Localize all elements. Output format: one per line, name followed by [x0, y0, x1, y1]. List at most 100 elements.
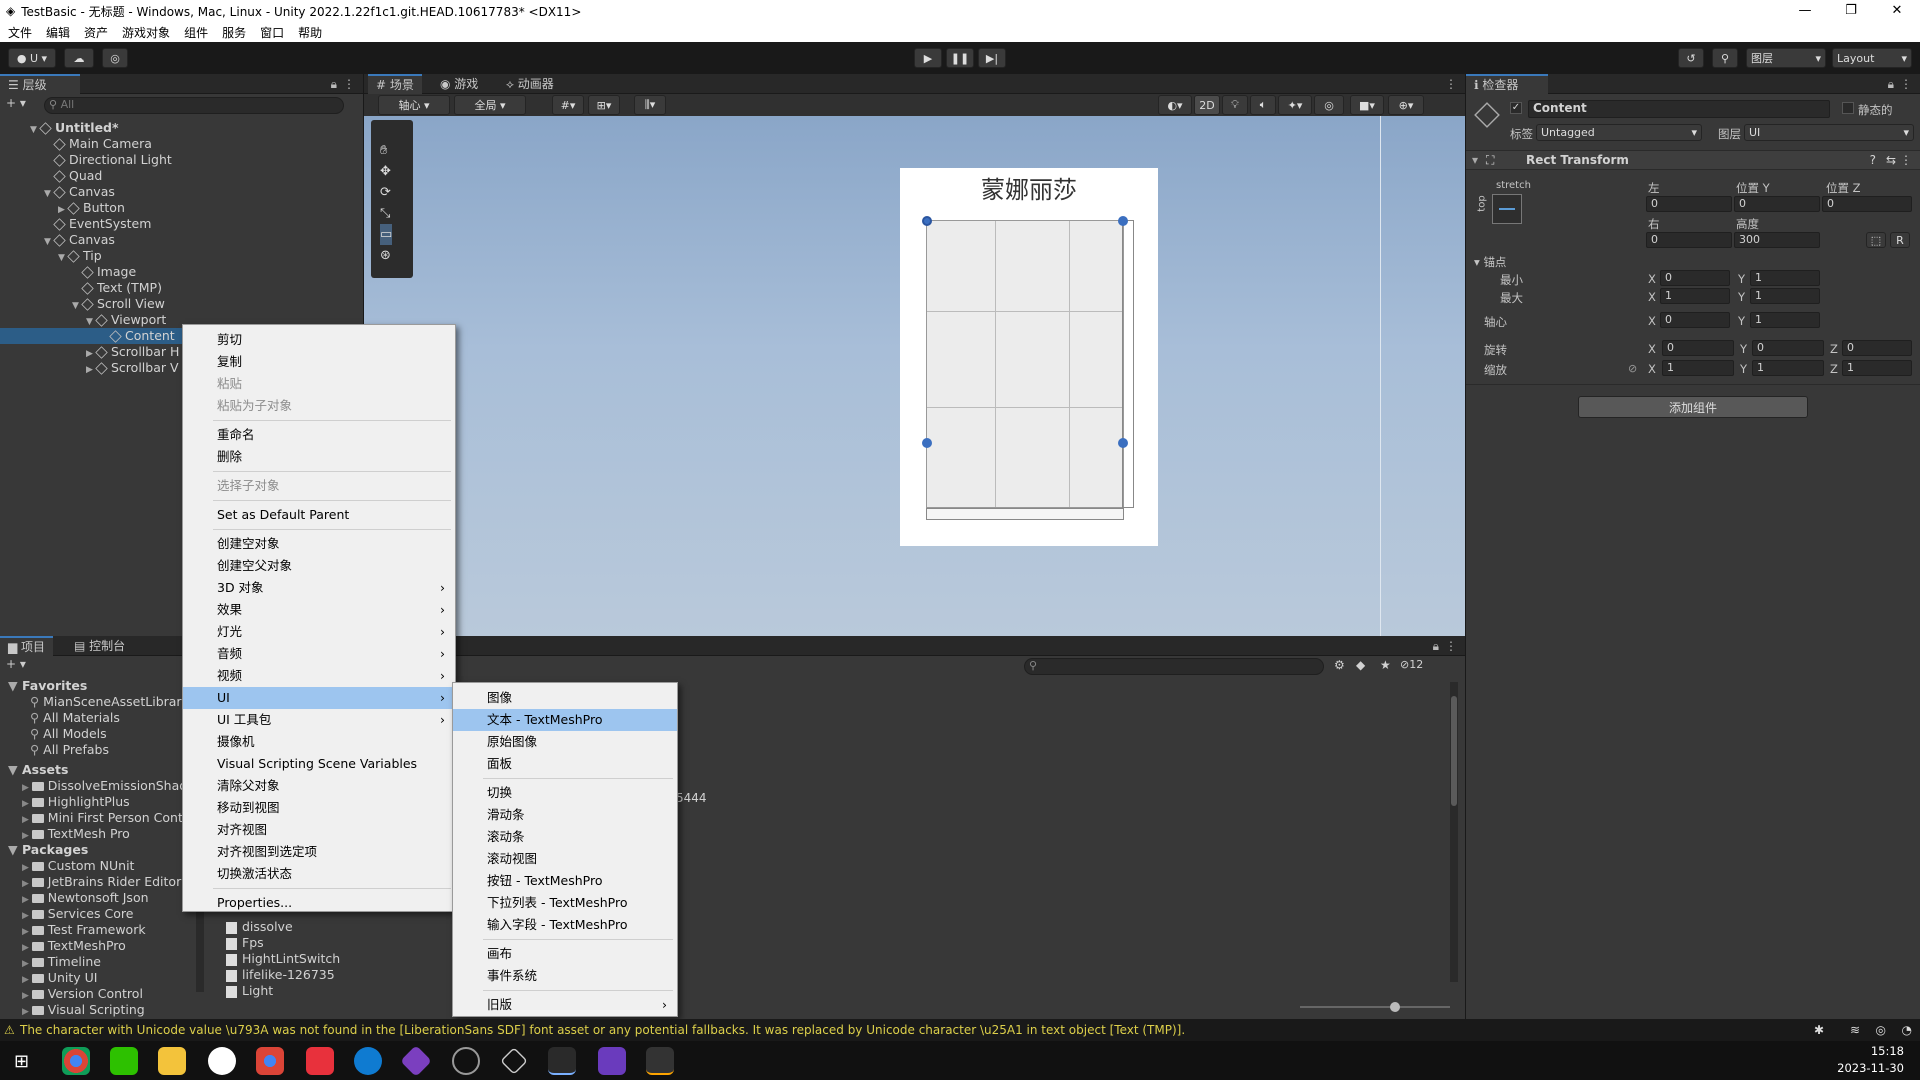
tab-project[interactable]: ▆ 项目: [0, 636, 54, 656]
context-menu-item[interactable]: 视频 ›: [183, 665, 455, 687]
context-menu-item[interactable]: 清除父对象: [183, 775, 455, 797]
layers-dropdown[interactable]: 图层 ▾: [1746, 48, 1826, 68]
package-folder[interactable]: ▶ Timeline: [22, 954, 182, 970]
raw-edit-button[interactable]: R: [1890, 232, 1910, 248]
rect-transform-header[interactable]: ▾ ⛶ Rect Transform ? ⇆ ⋮: [1466, 150, 1920, 170]
chrome-icon[interactable]: [256, 1047, 284, 1075]
anchor-min-y-field[interactable]: 1: [1750, 270, 1820, 286]
more-options-icon[interactable]: ⋮: [1900, 153, 1912, 167]
ui-submenu-item[interactable]: 滚动条: [453, 826, 677, 848]
sourcetree-icon[interactable]: [400, 1045, 432, 1077]
rect-handle[interactable]: [922, 438, 932, 448]
add-component-button[interactable]: 添加组件: [1578, 396, 1808, 418]
context-menu-item[interactable]: 切换激活状态: [183, 863, 455, 885]
layer-dropdown[interactable]: UI ▾: [1744, 124, 1914, 141]
more-options-icon[interactable]: ⋮: [1445, 77, 1457, 91]
package-folder[interactable]: ▶ JetBrains Rider Editor: [22, 874, 182, 890]
visual-studio-icon[interactable]: [598, 1047, 626, 1075]
hierarchy-item[interactable]: ▼ Tip: [0, 248, 363, 264]
menu-assets[interactable]: 资产: [84, 24, 108, 41]
cloud-button[interactable]: ☁: [64, 48, 94, 68]
hand-tool-icon[interactable]: ✋︎: [380, 140, 392, 161]
context-menu-item[interactable]: 删除: [183, 446, 455, 468]
menu-file[interactable]: 文件: [8, 24, 32, 41]
context-menu-item[interactable]: 创建空父对象: [183, 555, 455, 577]
hierarchy-item[interactable]: ▼ Canvas: [0, 184, 363, 200]
package-folder[interactable]: ▶ Unity UI: [22, 970, 182, 986]
lock-icon[interactable]: 🔒︎: [1888, 77, 1894, 92]
more-options-icon[interactable]: ⋮: [1900, 77, 1912, 91]
hierarchy-item[interactable]: ▼ Canvas: [0, 232, 363, 248]
file-item[interactable]: Fps: [226, 935, 264, 951]
chrome-icon[interactable]: [62, 1047, 90, 1075]
account-dropdown[interactable]: ● U ▾: [8, 48, 56, 68]
add-object-button[interactable]: + ▾: [6, 96, 26, 110]
menu-edit[interactable]: 编辑: [46, 24, 70, 41]
height-field[interactable]: 300: [1734, 232, 1820, 248]
anchor-max-x-field[interactable]: 1: [1660, 288, 1730, 304]
context-menu-item[interactable]: 重命名: [183, 424, 455, 446]
ui-submenu-item[interactable]: 按钮 - TextMeshPro: [453, 870, 677, 892]
step-button[interactable]: ▶|: [978, 48, 1006, 68]
tab-animator[interactable]: ⟡ 动画器: [498, 74, 562, 94]
ui-submenu-item[interactable]: 输入字段 - TextMeshPro: [453, 914, 677, 936]
rect-handle[interactable]: [1118, 216, 1128, 226]
ui-submenu-item[interactable]: 切换: [453, 782, 677, 804]
hierarchy-search-input[interactable]: ⚲ All: [44, 97, 344, 114]
status-bar[interactable]: ⚠ The character with Unicode value \u793…: [0, 1019, 1920, 1041]
object-name-input[interactable]: Content: [1528, 100, 1830, 118]
rect-tool-icon[interactable]: ▭: [380, 224, 393, 245]
shading-mode-button[interactable]: ◐▾: [1158, 95, 1192, 115]
tab-game[interactable]: ◉ 游戏: [432, 74, 486, 94]
ui-submenu-item[interactable]: 图像: [453, 687, 677, 709]
tab-inspector[interactable]: ℹ 检查器: [1466, 74, 1548, 94]
windows-start-icon[interactable]: ⊞: [14, 1051, 29, 1072]
rotate-tool-icon[interactable]: ⟳: [380, 182, 392, 203]
unity-editor-icon[interactable]: [548, 1047, 576, 1075]
increment-snap-button[interactable]: ⫼▾: [634, 95, 666, 115]
more-options-icon[interactable]: ⋮: [1445, 639, 1457, 653]
package-folder[interactable]: ▶ Visual Scripting: [22, 1002, 182, 1018]
package-folder[interactable]: ▶ Test Framework: [22, 922, 182, 938]
ui-submenu-item[interactable]: 面板: [453, 753, 677, 775]
move-tool-icon[interactable]: ✥: [380, 161, 392, 182]
context-menu-item[interactable]: UI ›: [183, 687, 455, 709]
hidden-packages-icon[interactable]: ⊘: [1400, 658, 1409, 671]
asset-folder[interactable]: ▶ TextMesh Pro: [22, 826, 182, 842]
package-folder[interactable]: ▶ Services Core: [22, 906, 182, 922]
lighting-toggle[interactable]: 💡︎: [1222, 95, 1248, 115]
hierarchy-item[interactable]: Directional Light: [0, 152, 363, 168]
active-checkbox[interactable]: ✓: [1510, 102, 1522, 114]
filter-type-icon[interactable]: ⚙: [1334, 658, 1345, 672]
steam-icon[interactable]: [452, 1047, 480, 1075]
tab-console[interactable]: ▤ 控制台: [66, 636, 133, 656]
layout-dropdown[interactable]: Layout ▾: [1832, 48, 1912, 68]
anchor-min-x-field[interactable]: 0: [1660, 270, 1730, 286]
pivot-y-field[interactable]: 1: [1750, 312, 1820, 328]
lock-icon[interactable]: 🔒︎: [1433, 639, 1439, 654]
favorite-item[interactable]: ⚲ All Prefabs: [30, 742, 190, 758]
files-scrollbar[interactable]: [1450, 682, 1458, 982]
asset-folder[interactable]: ▶ HighlightPlus: [22, 794, 182, 810]
close-button[interactable]: ✕: [1874, 0, 1920, 22]
grid-snap-button[interactable]: #▾: [552, 95, 584, 115]
anchor-presets-button[interactable]: [1492, 194, 1522, 224]
ui-submenu-item[interactable]: 画布: [453, 943, 677, 965]
menu-help[interactable]: 帮助: [298, 24, 322, 41]
context-menu-item[interactable]: Properties...: [183, 892, 455, 914]
context-menu-item[interactable]: 摄像机: [183, 731, 455, 753]
menu-services[interactable]: 服务: [222, 24, 246, 41]
minimize-button[interactable]: —: [1782, 0, 1828, 22]
assets-header[interactable]: ▼ Assets: [8, 762, 68, 778]
tab-hierarchy[interactable]: ☰ 层级: [0, 74, 80, 94]
context-menu-item[interactable]: 剪切: [183, 329, 455, 351]
history-button[interactable]: ↺: [1678, 48, 1704, 68]
create-asset-button[interactable]: + ▾: [6, 657, 26, 671]
context-menu-item[interactable]: UI 工具包 ›: [183, 709, 455, 731]
scale-x-field[interactable]: 1: [1662, 360, 1734, 376]
terminal-icon[interactable]: [646, 1047, 674, 1075]
cache-icon[interactable]: ◎: [1876, 1019, 1886, 1041]
rotation-y-field[interactable]: 0: [1752, 340, 1824, 356]
rotation-x-field[interactable]: 0: [1662, 340, 1734, 356]
context-menu-item[interactable]: 创建空对象: [183, 533, 455, 555]
